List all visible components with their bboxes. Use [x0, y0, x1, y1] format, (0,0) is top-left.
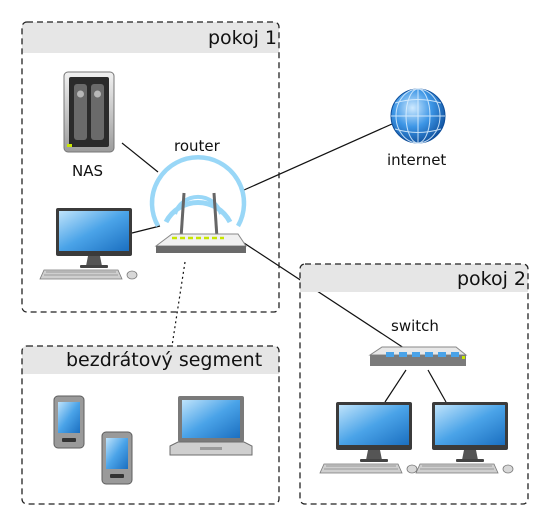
link-switch-pc1: [384, 369, 407, 403]
desktop-icon: [39, 207, 138, 280]
zone-room1-border: [21, 21, 280, 313]
tablet-icon: [53, 395, 85, 449]
zone-title-room1: pokoj 1: [207, 27, 277, 49]
phone-icon: [101, 431, 133, 485]
internet-label: internet: [387, 151, 447, 169]
network-diagram: [21, 21, 529, 505]
link-pc-router: [131, 225, 161, 234]
nas-icon: [63, 71, 115, 153]
router-label: router: [174, 137, 220, 155]
router-icon: [149, 155, 247, 253]
switch-label: switch: [391, 317, 439, 335]
laptop-icon: [169, 396, 253, 456]
link-router-internet: [243, 123, 393, 191]
link-router-switch: [243, 242, 411, 353]
zone-room1: [21, 21, 280, 313]
desktop-icon: [415, 401, 514, 474]
desktop-icon: [319, 401, 418, 474]
nas-label: NAS: [72, 162, 104, 180]
zone-title-room2: pokoj 2: [456, 268, 526, 290]
link-router-wireless: [171, 261, 186, 347]
switch-icon: [368, 346, 468, 366]
link-nas-router: [121, 142, 159, 173]
zone-title-wireless: bezdrátový segment: [66, 349, 263, 371]
globe-icon: [390, 88, 446, 144]
link-switch-pc2: [427, 369, 447, 403]
